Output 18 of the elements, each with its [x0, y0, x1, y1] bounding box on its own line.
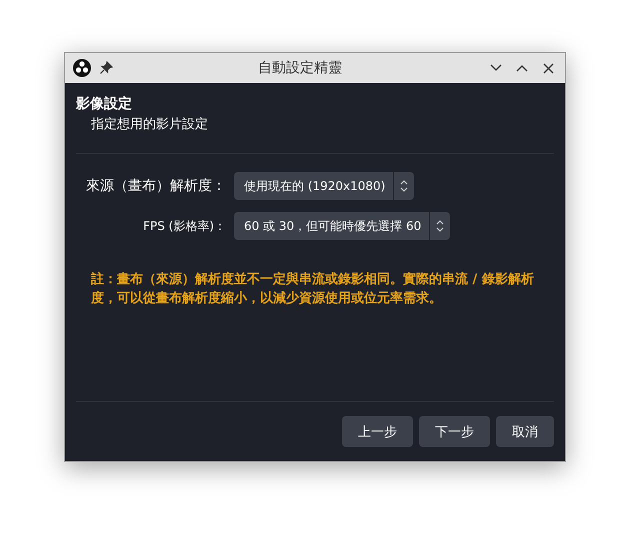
- field-label: FPS (影格率)：: [142, 218, 226, 234]
- dialog-button[interactable]: 下一步: [419, 416, 490, 447]
- app-logo-icon: [73, 59, 91, 77]
- dialog-button[interactable]: 上一步: [342, 416, 413, 447]
- dialog-button[interactable]: 取消: [496, 416, 554, 447]
- field-label: 來源（畫布）解析度：: [85, 177, 226, 195]
- page-subtitle: 指定想用的影片設定: [91, 116, 209, 133]
- spinner-arrows-icon: [436, 220, 444, 232]
- chevron-up-icon[interactable]: [516, 64, 528, 72]
- close-icon[interactable]: [542, 62, 554, 74]
- window-title: 自動設定精靈: [257, 59, 343, 77]
- spinner-arrows-icon: [400, 180, 408, 192]
- pin-icon[interactable]: [99, 61, 113, 75]
- dropdown[interactable]: 使用現在的 (1920x1080): [234, 172, 414, 200]
- dropdown[interactable]: 60 或 30，但可能時優先選擇 60: [234, 212, 450, 240]
- note-text: 註：畫布（來源）解析度並不一定與串流或錄影相同。實際的串流 / 錄影解析度，可以從畫布解析度縮小，以減少資源使用或位元率需求。: [91, 270, 535, 308]
- page-title: 影像設定: [76, 95, 133, 113]
- chevron-down-icon[interactable]: [490, 64, 502, 72]
